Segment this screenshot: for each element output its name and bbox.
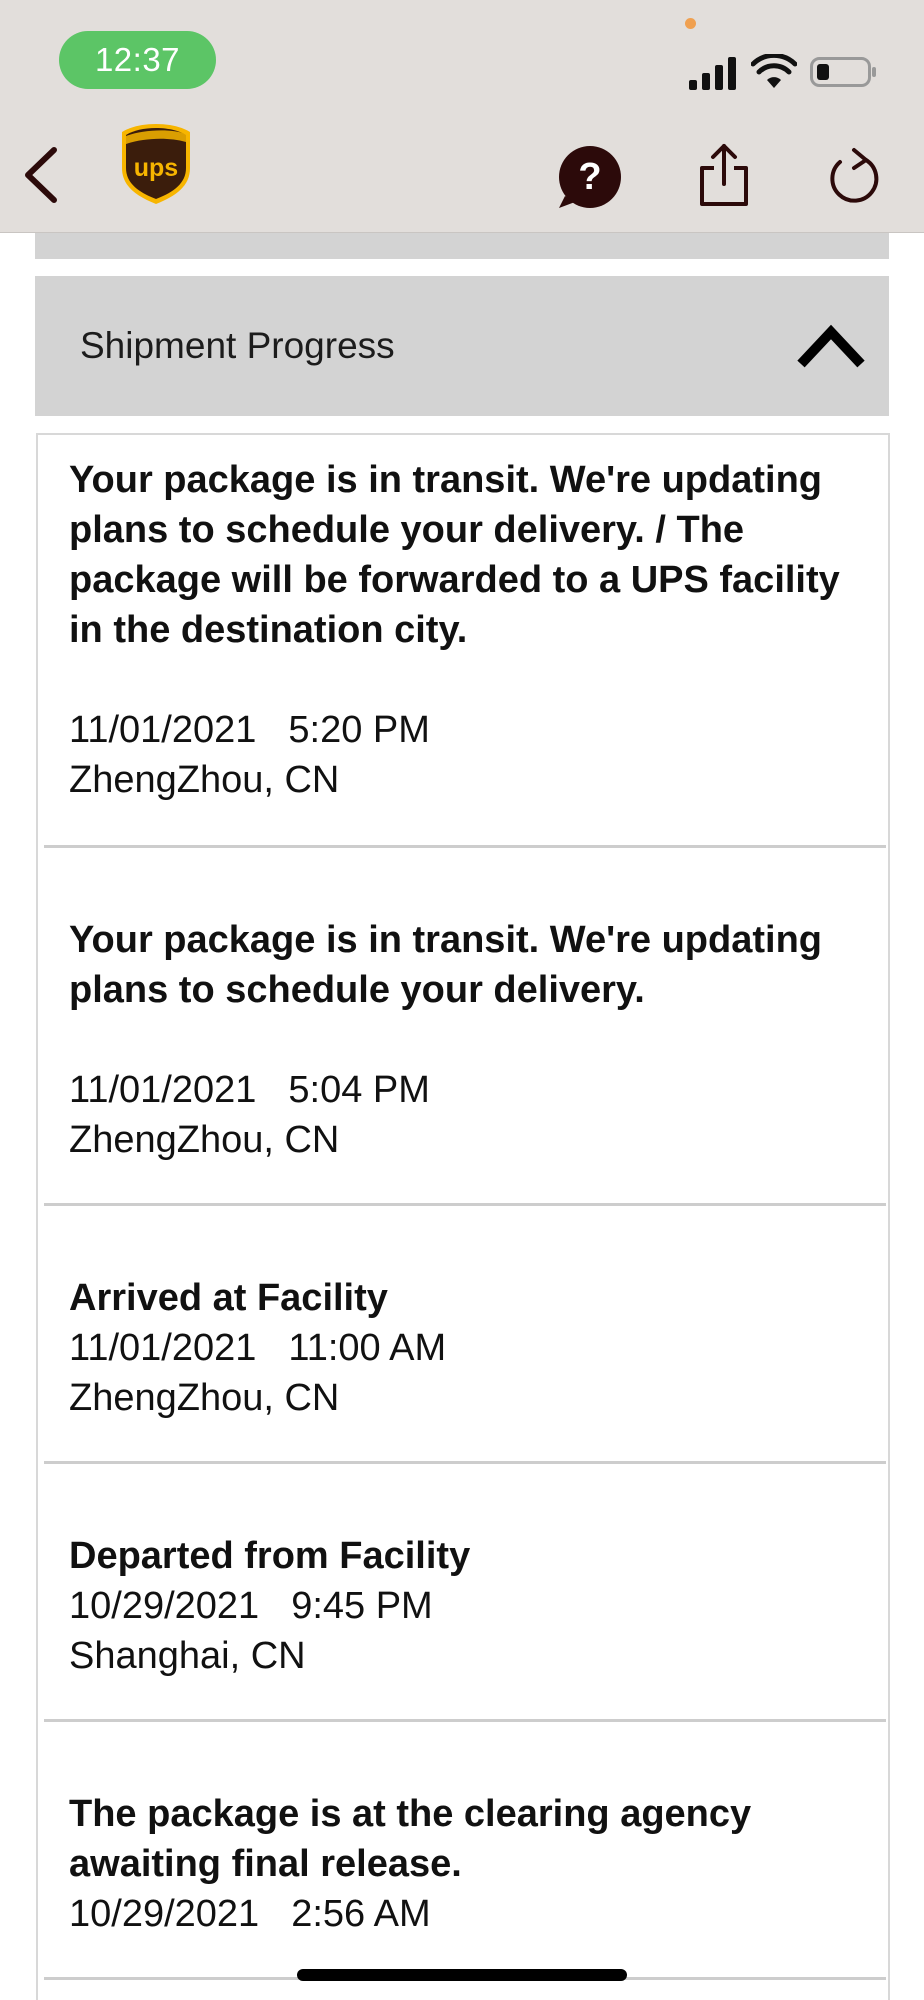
event-time: 5:04 PM bbox=[288, 1069, 430, 1111]
shipment-progress-header[interactable]: Shipment Progress bbox=[35, 276, 889, 416]
event-date: 11/01/2021 bbox=[69, 709, 257, 751]
ups-logo-text: ups bbox=[134, 154, 178, 182]
shipment-progress-title: Shipment Progress bbox=[80, 325, 395, 366]
wifi-icon bbox=[751, 54, 797, 88]
battery-icon bbox=[810, 57, 876, 87]
svg-text:?: ? bbox=[578, 156, 601, 198]
status-time: 12:37 bbox=[59, 31, 216, 89]
event-date: 10/29/2021 bbox=[69, 1585, 260, 1627]
event-datetime: 10/29/2021 9:45 PM bbox=[69, 1581, 433, 1631]
divider bbox=[44, 1719, 886, 1722]
divider bbox=[44, 845, 886, 848]
event-time: 2:56 AM bbox=[291, 1893, 431, 1935]
event-location: Shanghai, CN bbox=[69, 1635, 306, 1677]
help-icon[interactable]: ? bbox=[557, 144, 623, 210]
shipment-events-list: Your package is in transit. We're updati… bbox=[36, 433, 890, 2000]
app-header: 12:37 ups ? bbox=[0, 0, 924, 233]
divider bbox=[44, 1461, 886, 1464]
event-description: Arrived at Facility bbox=[69, 1277, 388, 1319]
cellular-signal-icon bbox=[689, 57, 736, 90]
event-description: Departed from Facility bbox=[69, 1535, 471, 1577]
event-date: 11/01/2021 bbox=[69, 1069, 257, 1111]
event-date: 10/29/2021 bbox=[69, 1893, 260, 1935]
divider bbox=[44, 1203, 886, 1206]
event-datetime: 11/01/2021 11:00 AM bbox=[69, 1323, 446, 1373]
chevron-up-icon[interactable] bbox=[795, 318, 867, 374]
back-chevron-icon[interactable] bbox=[18, 144, 64, 206]
refresh-icon[interactable] bbox=[826, 142, 884, 208]
event-time: 11:00 AM bbox=[288, 1327, 447, 1369]
event-time: 5:20 PM bbox=[288, 709, 430, 751]
event-time: 9:45 PM bbox=[291, 1585, 433, 1627]
event-description: The package is at the clearing agency aw… bbox=[69, 1793, 752, 1885]
event-datetime: 10/29/2021 2:56 AM bbox=[69, 1889, 431, 1939]
event-description: Your package is in transit. We're updati… bbox=[69, 459, 840, 651]
event-datetime: 11/01/2021 5:20 PM bbox=[69, 705, 430, 755]
share-icon[interactable] bbox=[697, 142, 751, 208]
ups-logo: ups bbox=[122, 124, 190, 204]
event-description: Your package is in transit. We're updati… bbox=[69, 919, 823, 1011]
home-indicator[interactable] bbox=[297, 1969, 627, 1981]
event-location: ZhengZhou, CN bbox=[69, 759, 340, 801]
event-date: 11/01/2021 bbox=[69, 1327, 257, 1369]
event-location: ZhengZhou, CN bbox=[69, 1377, 340, 1419]
privacy-indicator-dot bbox=[685, 18, 696, 29]
previous-section-bar bbox=[35, 233, 889, 259]
page: 12:37 ups ? Shipment Progress Your packa… bbox=[0, 0, 924, 2000]
event-datetime: 11/01/2021 5:04 PM bbox=[69, 1065, 430, 1115]
event-location: ZhengZhou, CN bbox=[69, 1119, 340, 1161]
